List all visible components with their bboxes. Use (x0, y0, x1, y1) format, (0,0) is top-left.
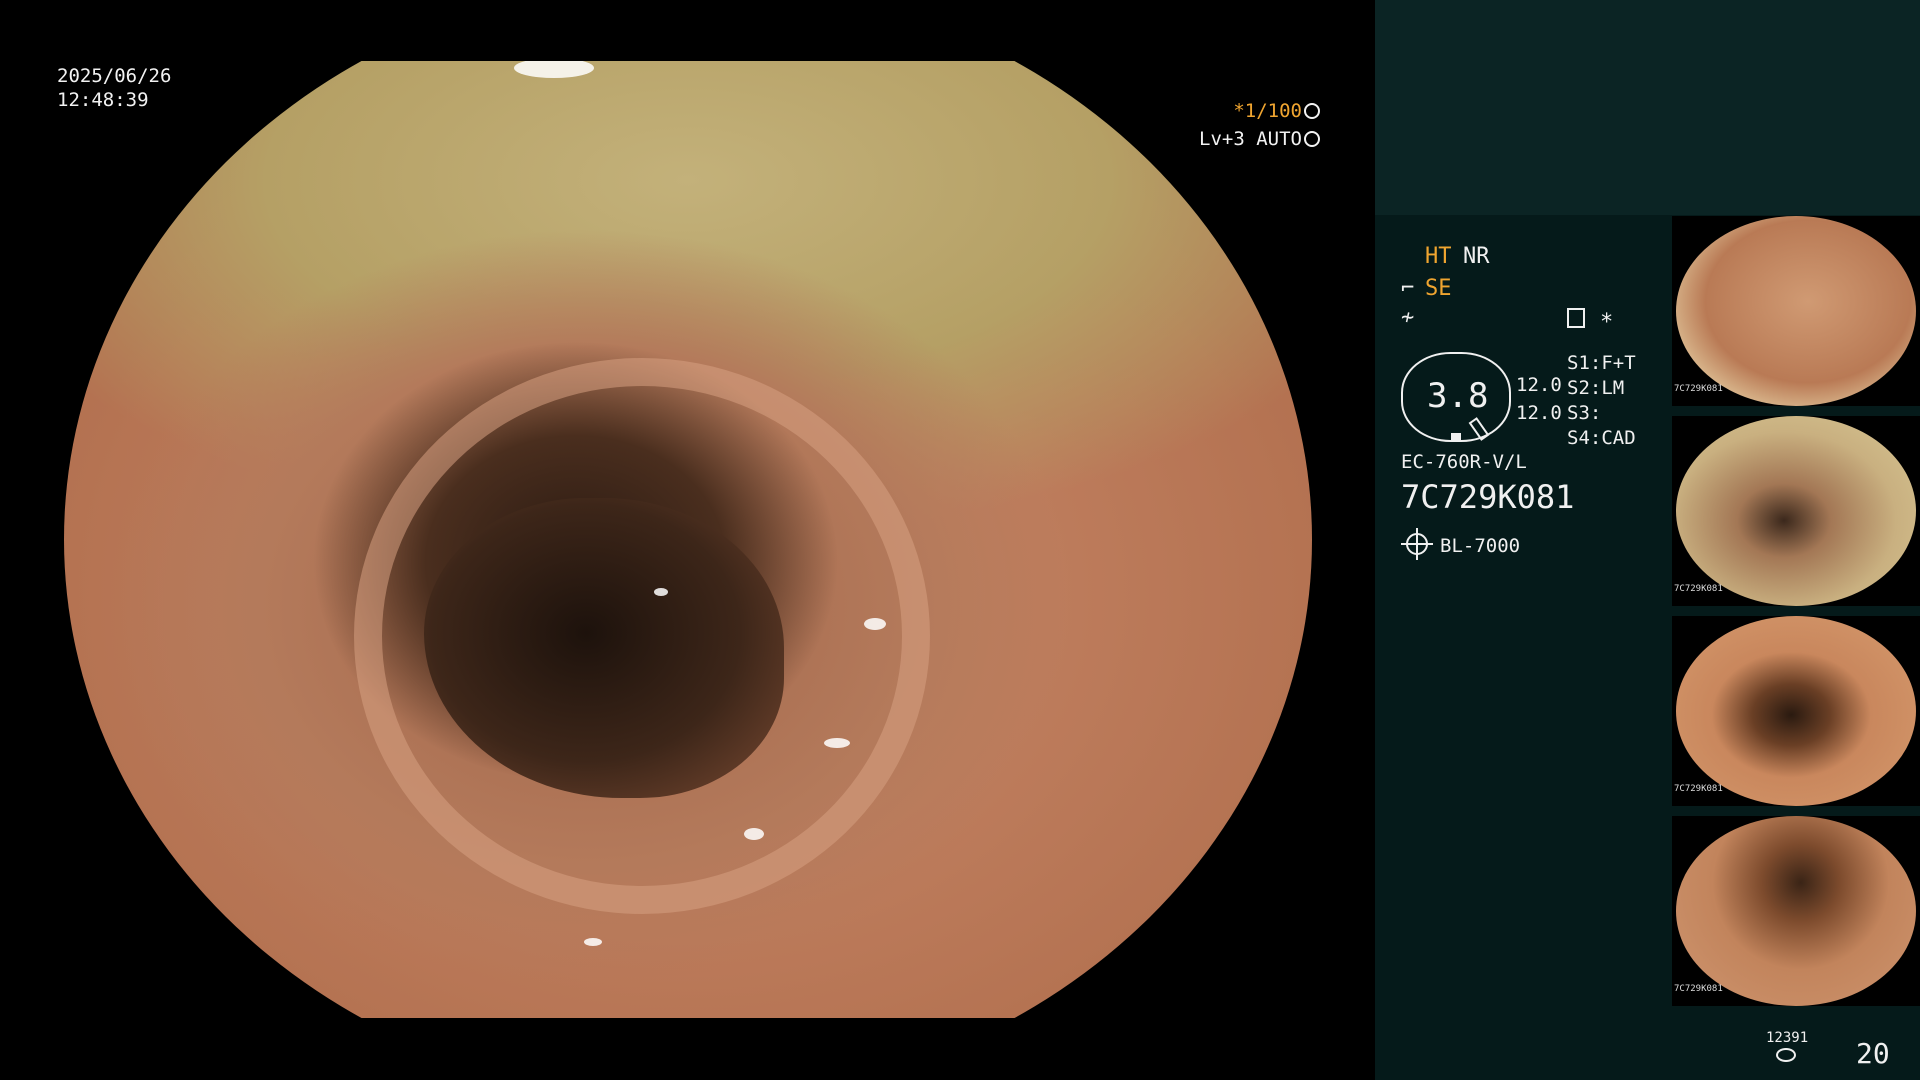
endoscope-live-view (64, 61, 1312, 1018)
thumbnail-label: 7C729K081 (1674, 784, 1723, 794)
shutter-readout: *1/100 (1233, 99, 1320, 123)
switch-3-setting: S3: (1567, 402, 1602, 424)
brightness-level-value: Lv+3 AUTO (1199, 128, 1302, 150)
shutter-icon (1304, 103, 1320, 119)
light-reflection (744, 828, 764, 840)
light-source-label: BL-7000 (1440, 535, 1521, 557)
thumbnail-image (1676, 216, 1916, 406)
storage-icon (1776, 1048, 1796, 1062)
gauge-marker (1451, 433, 1461, 440)
enhancement-icon: ⌐ (1401, 276, 1415, 301)
brightness-level-readout: Lv+3 AUTO (1199, 127, 1320, 151)
image-count-small: 12391 (1766, 1030, 1809, 1046)
ht-indicator: HT (1425, 244, 1452, 269)
switch-4-setting: S4:CAD (1567, 427, 1636, 449)
capture-thumbnail[interactable]: 7C729K081 (1672, 816, 1920, 1006)
light-reflection (584, 938, 602, 946)
date-readout: 2025/06/26 (57, 65, 172, 87)
thumbnail-image (1676, 616, 1916, 806)
capture-thumbnail[interactable]: 7C729K081 (1672, 616, 1920, 806)
iris-icon (1304, 131, 1320, 147)
thumbnail-label: 7C729K081 (1674, 584, 1723, 594)
panel-header-area (1375, 0, 1920, 215)
light-source-icon (1401, 528, 1433, 560)
endoscope-image (64, 61, 1312, 1018)
thumbnail-label: 7C729K081 (1674, 984, 1723, 994)
nr-indicator: NR (1463, 244, 1490, 269)
capture-thumbnail[interactable]: 7C729K081 (1672, 216, 1920, 406)
switch-2-setting: S2:LM (1567, 377, 1625, 399)
readout-value-2: 12.0 (1516, 402, 1562, 424)
thumbnail-image (1676, 816, 1916, 1006)
shutter-value: *1/100 (1233, 100, 1302, 122)
endoscopy-screen: 2025/06/26 12:48:39 *1/100 Lv+3 AUTO HT … (0, 0, 1920, 1080)
readout-value-1: 12.0 (1516, 374, 1562, 396)
light-reflection (824, 738, 850, 748)
light-reflection (514, 61, 594, 78)
switch-1-setting: S1:F+T (1567, 352, 1636, 374)
filter-icon: ≁ (1401, 305, 1415, 330)
light-reflection (654, 588, 668, 596)
scope-serial: 7C729K081 (1401, 478, 1575, 516)
thumbnail-image (1676, 416, 1916, 606)
light-reflection (864, 618, 886, 630)
capture-thumbnail[interactable]: 7C729K081 (1672, 416, 1920, 606)
record-icon (1567, 308, 1585, 328)
star-indicator: * (1600, 310, 1614, 335)
se-indicator: SE (1425, 276, 1452, 301)
thumbnail-label: 7C729K081 (1674, 384, 1723, 394)
capture-count: 20 (1856, 1037, 1890, 1070)
time-readout: 12:48:39 (57, 89, 149, 111)
zoom-gauge-value: 3.8 (1427, 376, 1489, 416)
scope-model: EC-760R-V/L (1401, 451, 1527, 473)
